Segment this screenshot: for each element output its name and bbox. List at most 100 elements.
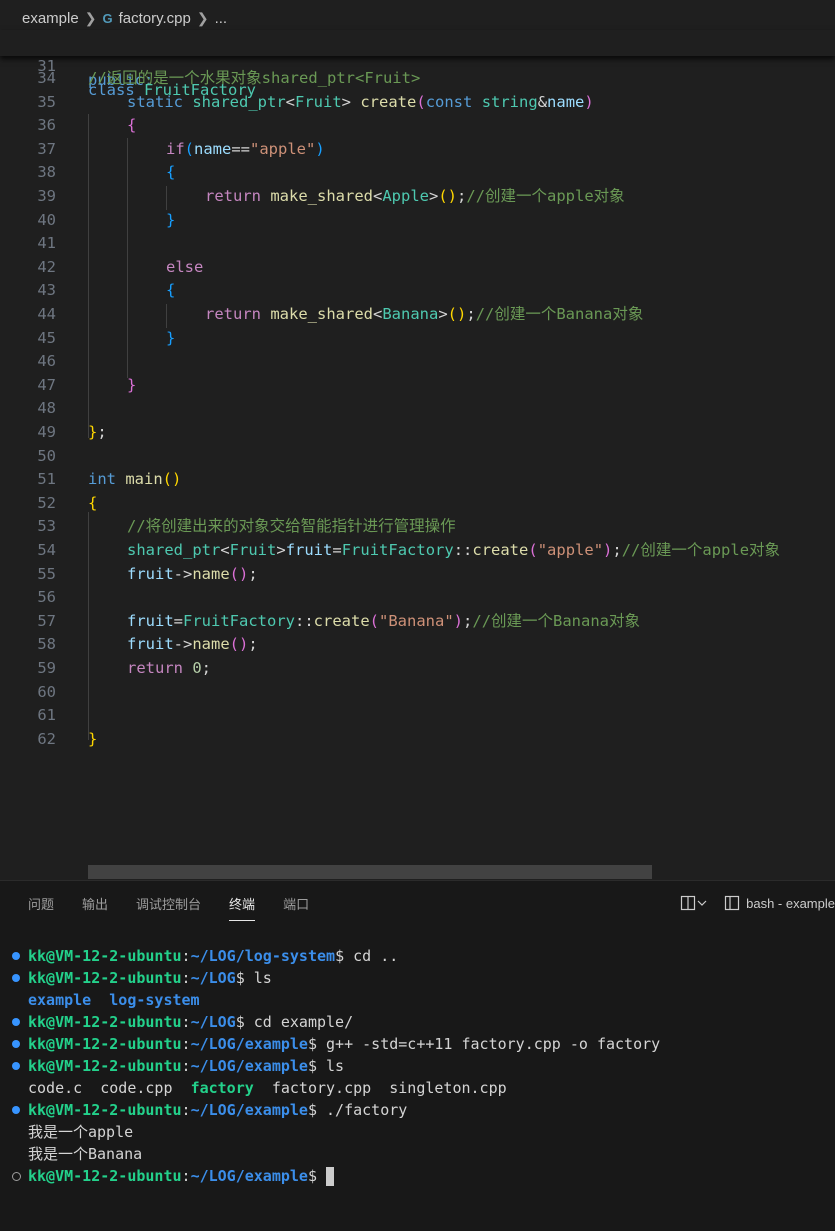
code-line[interactable]: 50 — [0, 444, 835, 468]
line-number: 59 — [37, 659, 56, 677]
code-line[interactable]: 62} — [0, 727, 835, 751]
code-line[interactable]: 47} — [0, 373, 835, 397]
code-token: > — [276, 541, 286, 559]
code-line[interactable]: 36{ — [0, 113, 835, 137]
code-token: -> — [173, 564, 193, 583]
code-token: ( — [528, 541, 538, 559]
line-number: 61 — [37, 706, 56, 725]
terminal-token: factory.cpp singleton.cpp — [253, 1079, 507, 1097]
terminal-token: ~/LOG/example — [190, 1101, 308, 1119]
line-number: 39 — [37, 187, 56, 205]
code-token: "Banana" — [379, 611, 454, 630]
code-token: name — [192, 564, 230, 583]
code-line[interactable]: 48 — [0, 396, 835, 420]
code-line[interactable]: 57 fruit=FruitFactory::create("Banana");/… — [0, 609, 835, 633]
command-decoration-icon[interactable] — [12, 1172, 21, 1181]
code-line[interactable]: 45} — [0, 326, 835, 350]
code-line[interactable]: 53 //将创建出来的对象交给智能指针进行管理操作 — [0, 514, 835, 538]
code-line[interactable]: 52 { — [0, 491, 835, 515]
line-number: 45 — [37, 328, 56, 347]
command-decoration-icon[interactable] — [12, 974, 20, 982]
line-number: 38 — [37, 163, 56, 182]
code-line[interactable]: 46 — [0, 349, 835, 373]
terminal-line: 我是一个Banana — [0, 1143, 835, 1165]
code-token: ; — [457, 187, 467, 205]
code-text: fruit->name(); — [127, 562, 258, 586]
code-token: ; — [466, 305, 476, 323]
line-number: 60 — [37, 682, 56, 701]
terminal-text: 我是一个Banana — [28, 1143, 142, 1165]
code-token: () — [229, 564, 249, 583]
code-token: name — [547, 92, 585, 111]
command-decoration-icon[interactable] — [12, 1018, 20, 1026]
terminal-token: ~/LOG/example — [190, 1057, 308, 1075]
command-decoration-icon[interactable] — [12, 952, 20, 960]
code-line[interactable]: 42 else — [0, 255, 835, 279]
code-line[interactable]: 44 return make_shared<Banana>();//创建一个Ban… — [0, 302, 835, 326]
tab-output[interactable]: 输出 — [82, 894, 108, 913]
code-token: create — [360, 92, 417, 111]
code-line[interactable]: 56 — [0, 585, 835, 609]
tab-problems[interactable]: 问题 — [28, 894, 54, 913]
code-line[interactable]: 40} — [0, 208, 835, 232]
command-decoration-icon[interactable] — [12, 1040, 20, 1048]
code-line[interactable]: 54 shared_ptr<Fruit>fruit=FruitFactory::c… — [0, 538, 835, 562]
tab-debug-console[interactable]: 调试控制台 — [136, 894, 201, 913]
command-decoration-icon[interactable] — [12, 1106, 20, 1114]
code-token: ; — [248, 564, 258, 583]
line-number: 44 — [37, 305, 56, 323]
line-number: 55 — [37, 564, 56, 583]
terminal-line: kk@VM-12-2-ubuntu:~/LOG/example$ ./facto… — [0, 1099, 835, 1121]
code-line[interactable]: 43 { — [0, 278, 835, 302]
code-text: return make_shared<Banana>();//创建一个Banan… — [205, 302, 643, 326]
breadcrumb-folder[interactable]: example — [0, 10, 79, 27]
code-token: () — [438, 187, 458, 205]
terminal-text: kk@VM-12-2-ubuntu:~/LOG/example$ ls — [28, 1055, 344, 1077]
code-token: ) — [453, 611, 464, 630]
code-token: int — [88, 470, 126, 489]
breadcrumb-file[interactable]: factory.cpp — [119, 10, 191, 27]
code-line[interactable]: 59 return 0; — [0, 656, 835, 680]
indent-guide — [88, 114, 89, 438]
terminal-line: kk@VM-12-2-ubuntu:~/LOG$ ls — [0, 967, 835, 989]
code-token: fruit — [285, 541, 333, 559]
code-token: //创建一个Banana对象 — [475, 305, 644, 323]
code-line[interactable]: 37 if(name=="apple") — [0, 137, 835, 161]
code-line[interactable]: 60 — [0, 680, 835, 704]
tab-ports[interactable]: 端口 — [283, 894, 309, 913]
indent-guide — [88, 512, 89, 740]
code-text: int main() — [88, 467, 181, 491]
code-line[interactable]: 55 fruit->name(); — [0, 562, 835, 586]
line-number: 50 — [37, 446, 56, 465]
code-line[interactable]: 41 — [0, 231, 835, 255]
code-token: < — [285, 92, 295, 111]
terminal-token: kk@VM-12-2-ubuntu — [28, 1057, 182, 1075]
horizontal-scrollbar[interactable] — [88, 865, 652, 879]
code-token: > — [438, 305, 448, 323]
terminal-text: kk@VM-12-2-ubuntu:~/LOG/example$ g++ -st… — [28, 1033, 660, 1055]
terminal-instance[interactable]: bash - example — [724, 895, 835, 911]
code-token: ; — [97, 423, 107, 441]
code-token: Fruit — [295, 92, 342, 111]
code-token: { — [88, 493, 98, 512]
code-token: name — [192, 635, 230, 654]
code-line[interactable]: 61 — [0, 703, 835, 727]
tab-terminal[interactable]: 终端 — [229, 894, 256, 921]
code-editor[interactable]: public: 34//返回的是一个水果对象shared_ptr<Fruit> 3… — [0, 54, 835, 880]
line-number: 48 — [37, 399, 56, 418]
code-text: } — [166, 208, 175, 232]
sticky-scroll-header[interactable]: 31 class FruitFactory — [0, 30, 835, 99]
terminal-token: kk@VM-12-2-ubuntu — [28, 1035, 182, 1053]
code-line[interactable]: 58 fruit->name(); — [0, 632, 835, 656]
code-line[interactable]: 38 { — [0, 160, 835, 184]
code-line[interactable]: 51 int main() — [0, 467, 835, 491]
code-token: > — [341, 92, 361, 111]
code-token: name — [194, 139, 232, 158]
split-terminal-icon[interactable] — [680, 895, 708, 911]
terminal-token: kk@VM-12-2-ubuntu — [28, 1167, 182, 1185]
line-number: 31 — [37, 57, 56, 75]
code-line[interactable]: 39 return make_shared<Apple>();//创建一个appl… — [0, 184, 835, 208]
command-decoration-icon[interactable] — [12, 1062, 20, 1070]
code-line[interactable]: 49}; — [0, 420, 835, 444]
breadcrumb-more[interactable]: ... — [215, 10, 228, 27]
